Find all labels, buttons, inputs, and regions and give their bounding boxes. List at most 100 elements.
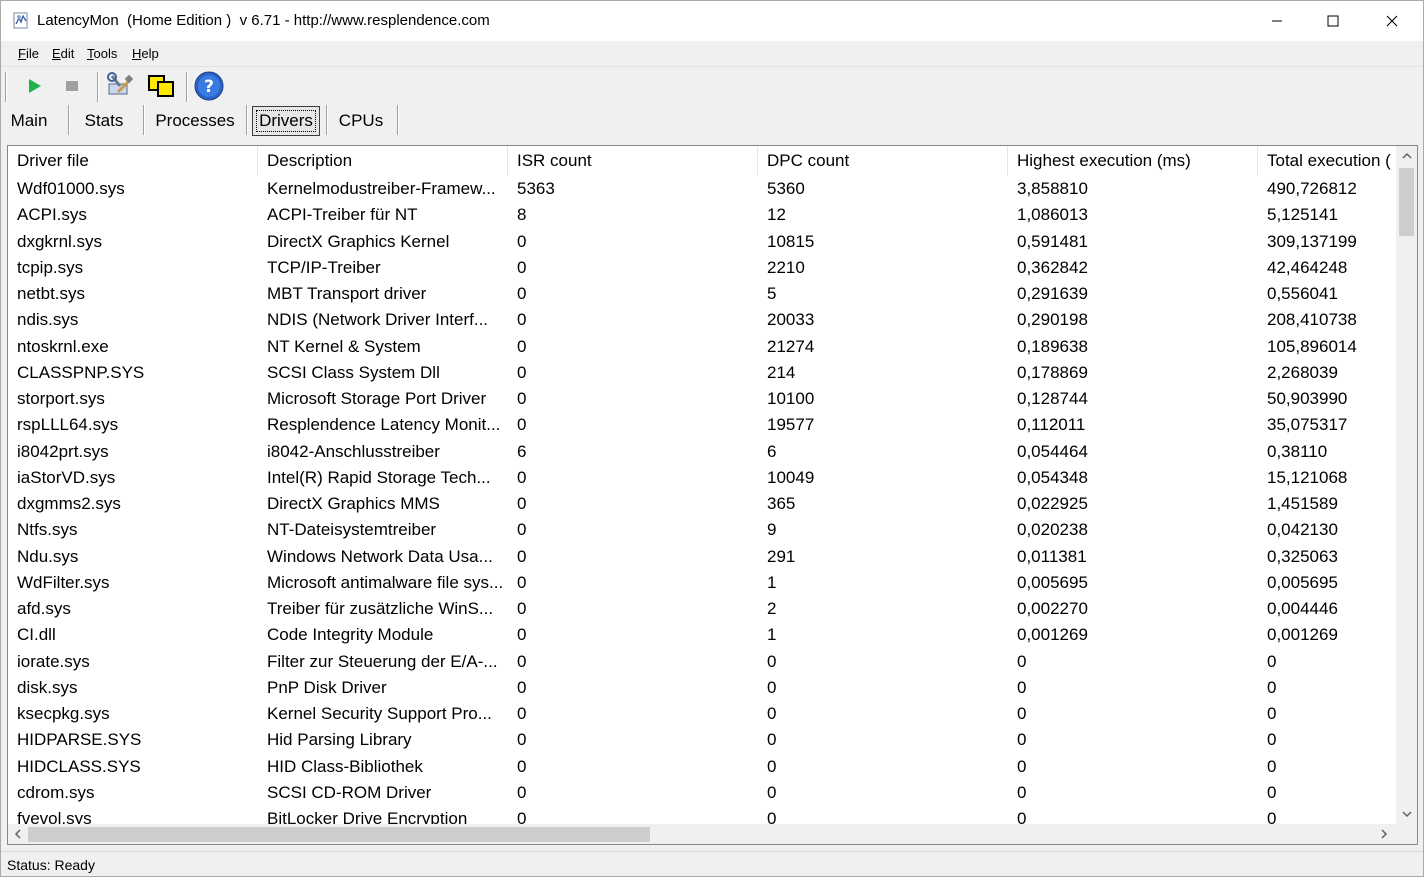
tab-processes[interactable]: Processes (151, 106, 239, 136)
description-cell: TCP/IP-Treiber (267, 257, 381, 277)
scroll-down-button[interactable] (1396, 804, 1417, 824)
description-cell: ACPI-Treiber für NT (267, 205, 418, 225)
table-row[interactable]: CI.dll Code Integrity Module 0 1 0,001269 0,0… (8, 622, 1396, 648)
driver-file-cell: ACPI.sys (17, 205, 87, 225)
table-row[interactable]: ntoskrnl.exe NT Kernel & System 0 21274 0,18… (8, 334, 1396, 360)
table-row[interactable]: storport.sys Microsoft Storage Port Drive… (8, 386, 1396, 412)
description-cell: NT Kernel & System (267, 336, 421, 356)
table-row[interactable]: cdrom.sys SCSI CD-ROM Driver 0 0 0 0 (8, 780, 1396, 806)
highest-execution-cell: 0,189638 (1017, 336, 1088, 356)
scroll-left-button[interactable] (8, 824, 28, 844)
column-header-total-execution[interactable]: Total execution ( (1258, 146, 1396, 176)
stop-monitor-button[interactable] (57, 70, 87, 102)
status-bar: Status: Ready (1, 851, 1423, 876)
table-row[interactable]: iaStorVD.sys Intel(R) Rapid Storage Tech.… (8, 465, 1396, 491)
menu-tools[interactable]: Tools (87, 46, 117, 61)
table-row[interactable]: afd.sys Treiber für zusätzliche WinS... 0 2… (8, 596, 1396, 622)
description-cell: SCSI Class System Dll (267, 362, 440, 382)
horizontal-scroll-thumb[interactable] (28, 827, 650, 842)
drivers-list[interactable]: Driver file Description ISR count DPC co… (7, 145, 1418, 845)
table-row[interactable]: HIDPARSE.SYS Hid Parsing Library 0 0 0 0 (8, 727, 1396, 753)
highest-execution-cell: 1,086013 (1017, 205, 1088, 225)
start-monitor-button[interactable] (19, 70, 49, 102)
isr-count-cell: 0 (517, 730, 527, 750)
isr-count-cell: 0 (517, 257, 527, 277)
table-row[interactable]: rspLLL64.sys Resplendence Latency Monit..… (8, 412, 1396, 438)
column-header-dpc-count[interactable]: DPC count (758, 146, 1008, 176)
description-cell: DirectX Graphics Kernel (267, 231, 450, 251)
table-row[interactable]: dxgmms2.sys DirectX Graphics MMS 0 365 0,022… (8, 491, 1396, 517)
column-header-highest-execution[interactable]: Highest execution (ms) (1008, 146, 1258, 176)
table-row[interactable]: ACPI.sys ACPI-Treiber für NT 8 12 1,086013 5,… (8, 202, 1396, 228)
isr-count-cell: 0 (517, 572, 527, 592)
toolbar-separator (97, 72, 99, 102)
horizontal-scrollbar[interactable] (8, 824, 1396, 844)
table-row[interactable]: HIDCLASS.SYS HID Class-Bibliothek 0 0 0 0 (8, 754, 1396, 780)
dpc-count-cell: 291 (767, 546, 796, 566)
toolbar: ? (1, 67, 1423, 105)
table-row[interactable]: disk.sys PnP Disk Driver 0 0 0 0 (8, 675, 1396, 701)
driver-file-cell: cdrom.sys (17, 782, 95, 802)
description-cell: Resplendence Latency Monit... (267, 415, 501, 435)
vertical-scroll-thumb[interactable] (1399, 168, 1414, 236)
maximize-button[interactable] (1304, 1, 1362, 41)
windows-icon (148, 75, 174, 97)
help-icon: ? (194, 71, 224, 101)
driver-file-cell: storport.sys (17, 389, 105, 408)
vertical-scrollbar[interactable] (1396, 146, 1417, 824)
total-execution-cell: 42,464248 (1267, 257, 1348, 277)
table-row[interactable]: dxgkrnl.sys DirectX Graphics Kernel 0 10815… (8, 229, 1396, 255)
total-execution-cell: 1,451589 (1267, 494, 1338, 513)
tab-drivers[interactable]: Drivers (252, 106, 320, 136)
close-button[interactable] (1363, 1, 1421, 41)
description-cell: NDIS (Network Driver Interf... (267, 310, 489, 330)
column-header-isr-count[interactable]: ISR count (508, 146, 758, 176)
tools-button[interactable] (105, 70, 135, 102)
table-row[interactable]: Wdf01000.sys Kernelmodustreiber-Framew...… (8, 176, 1396, 202)
table-row[interactable]: tcpip.sys TCP/IP-Treiber 0 2210 0,362842 42,4… (8, 255, 1396, 281)
dpc-count-cell: 12 (767, 205, 786, 225)
highest-execution-cell: 0,054348 (1017, 467, 1088, 487)
scroll-up-button[interactable] (1396, 146, 1417, 166)
highest-execution-cell: 0,591481 (1017, 231, 1088, 251)
table-row[interactable]: fvevol.sys BitLocker Drive Encryption 0 0 0 0 (8, 806, 1396, 824)
table-row[interactable]: iorate.sys Filter zur Steuerung der E/A-.… (8, 649, 1396, 675)
isr-count-cell: 0 (517, 651, 527, 671)
description-cell: HID Class-Bibliothek (267, 756, 423, 776)
tab-stats[interactable]: Stats (76, 106, 132, 136)
driver-file-cell: CLASSPNP.SYS (17, 362, 145, 382)
menu-edit[interactable]: Edit (52, 46, 74, 61)
isr-count-cell: 0 (517, 704, 527, 723)
tab-separator (326, 105, 328, 135)
isr-count-cell: 5363 (517, 179, 555, 198)
driver-file-cell: WdFilter.sys (17, 572, 110, 592)
windows-button[interactable] (146, 70, 176, 102)
description-cell: Kernel Security Support Pro... (267, 704, 492, 723)
table-row[interactable]: WdFilter.sys Microsoft antimalware file s… (8, 570, 1396, 596)
description-cell: Windows Network Data Usa... (267, 546, 493, 566)
scroll-right-button[interactable] (1374, 824, 1394, 844)
column-header-description[interactable]: Description (258, 146, 508, 176)
help-button[interactable]: ? (194, 70, 224, 102)
tab-cpus[interactable]: CPUs (334, 106, 388, 136)
table-row[interactable]: ndis.sys NDIS (Network Driver Interf... 0 2… (8, 307, 1396, 333)
isr-count-cell: 0 (517, 467, 527, 487)
menu-file[interactable]: File (18, 46, 39, 61)
table-row[interactable]: i8042prt.sys i8042-Anschlusstreiber 6 6 0,05… (8, 439, 1396, 465)
toolbar-grip (5, 72, 7, 102)
table-row[interactable]: ksecpkg.sys Kernel Security Support Pro..… (8, 701, 1396, 727)
table-row[interactable]: CLASSPNP.SYS SCSI Class System Dll 0 214 0,1… (8, 360, 1396, 386)
table-row[interactable]: Ntfs.sys NT-Dateisystemtreiber 0 9 0,020238 0… (8, 517, 1396, 543)
tab-main[interactable]: Main (5, 106, 53, 136)
dpc-count-cell: 214 (767, 362, 796, 382)
table-row[interactable]: netbt.sys MBT Transport driver 0 5 0,291639 0… (8, 281, 1396, 307)
highest-execution-cell: 0,054464 (1017, 441, 1088, 461)
minimize-button[interactable] (1248, 1, 1306, 41)
dpc-count-cell: 0 (767, 730, 777, 750)
highest-execution-cell: 0,011381 (1017, 546, 1087, 566)
column-header-driver-file[interactable]: Driver file (8, 146, 258, 176)
title-bar[interactable]: LatencyMon (Home Edition ) v 6.71 - http… (1, 1, 1423, 41)
table-row[interactable]: Ndu.sys Windows Network Data Usa... 0 291 0,… (8, 544, 1396, 570)
menu-help[interactable]: Help (132, 46, 159, 61)
window-title: LatencyMon (Home Edition ) v 6.71 - http… (37, 12, 490, 29)
